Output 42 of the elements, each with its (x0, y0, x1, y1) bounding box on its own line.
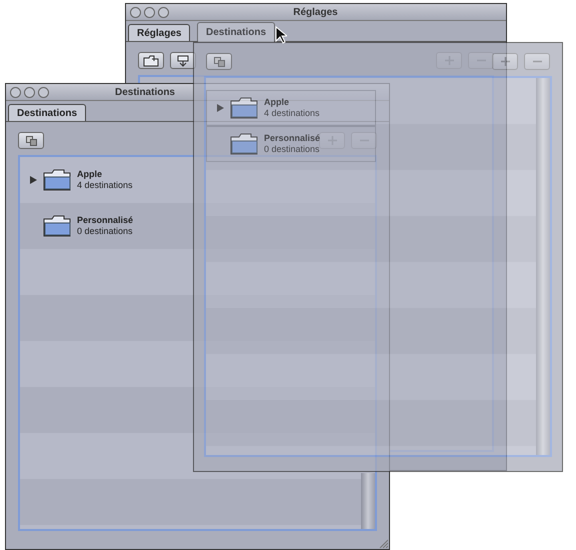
close-button[interactable] (10, 86, 21, 98)
tab[interactable]: Réglages (128, 24, 190, 41)
item-name: Apple (264, 97, 290, 108)
scroll-bar[interactable] (361, 473, 375, 529)
folder-icon (43, 169, 71, 191)
remove-button[interactable] (524, 53, 550, 70)
disclosure-triangle-icon[interactable] (30, 176, 37, 184)
disclosure-triangle-icon[interactable] (217, 104, 224, 112)
close-button[interactable] (130, 6, 141, 18)
folder-icon (230, 97, 258, 119)
item-name: Personnalisé (77, 215, 134, 226)
new-folder-button[interactable] (138, 52, 164, 69)
duplicate-button[interactable] (18, 132, 44, 149)
copy-icon (214, 56, 224, 66)
zoom-button[interactable] (38, 86, 49, 98)
folder-plus-icon (143, 54, 159, 66)
minimize-button[interactable] (144, 6, 155, 18)
list-item[interactable]: Personnalisé 0 destinations (20, 203, 140, 249)
tab[interactable]: Destinations (8, 104, 86, 121)
window-title: Destinations (114, 86, 175, 98)
duplicate-button[interactable] (206, 53, 232, 70)
resize-grip-icon[interactable] (378, 538, 388, 548)
item-name: Apple (77, 169, 104, 180)
item-name: Personnalisé (264, 133, 320, 144)
item-count: 4 destinations (77, 180, 133, 191)
item-count: 0 destinations (264, 144, 320, 155)
list-item[interactable]: Apple 4 destinations (206, 90, 376, 126)
add-button[interactable] (492, 53, 518, 70)
plus-icon (500, 57, 510, 66)
list-item[interactable]: Apple 4 destinations (20, 157, 139, 203)
tray-arrow-icon (177, 54, 189, 66)
zoom-button[interactable] (158, 6, 169, 18)
item-count: 4 destinations (264, 108, 320, 119)
item-count: 0 destinations (77, 226, 134, 237)
mouse-pointer-icon (275, 26, 287, 44)
tab[interactable]: Destinations (197, 22, 276, 42)
folder-icon (43, 215, 71, 237)
scroll-bar[interactable] (536, 78, 550, 455)
copy-icon (26, 136, 36, 146)
folder-icon (230, 133, 258, 155)
window-title: Réglages (292, 6, 339, 18)
minimize-button[interactable] (24, 86, 35, 98)
